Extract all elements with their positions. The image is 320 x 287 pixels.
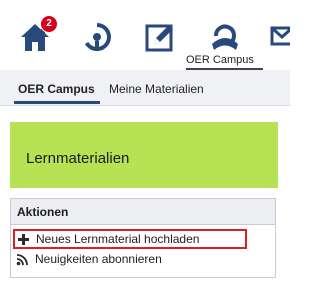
actions-widget: Aktionen Neues Lernmaterial hochladen Ne…	[10, 198, 276, 278]
actions-title: Aktionen	[17, 205, 69, 219]
tab-active-indicator	[14, 101, 100, 104]
tab-meine-materialien[interactable]: Meine Materialien	[109, 82, 204, 96]
upload-material-label: Neues Lernmaterial hochladen	[36, 232, 200, 246]
oer-campus-icon[interactable]	[208, 20, 242, 54]
tab-oer-campus[interactable]: OER Campus	[18, 82, 95, 96]
page-header: Lernmaterialien	[10, 122, 278, 188]
overflow-icon[interactable]	[268, 20, 290, 54]
actions-header: Aktionen	[11, 199, 275, 225]
edit-icon[interactable]	[143, 20, 177, 54]
page-title: Lernmaterialien	[26, 150, 130, 167]
upload-material-action[interactable]: Neues Lernmaterial hochladen	[13, 229, 247, 249]
activity-icon[interactable]	[80, 20, 114, 54]
rss-icon	[16, 253, 29, 266]
notification-badge: 2	[40, 15, 58, 33]
nav-oer-campus-label[interactable]: OER Campus	[186, 54, 254, 66]
subscribe-news-action[interactable]: Neuigkeiten abonnieren	[13, 250, 247, 270]
subscribe-news-label: Neuigkeiten abonnieren	[35, 252, 162, 266]
plus-icon	[17, 233, 30, 246]
top-navigation: 2 OER Campus	[0, 0, 290, 70]
